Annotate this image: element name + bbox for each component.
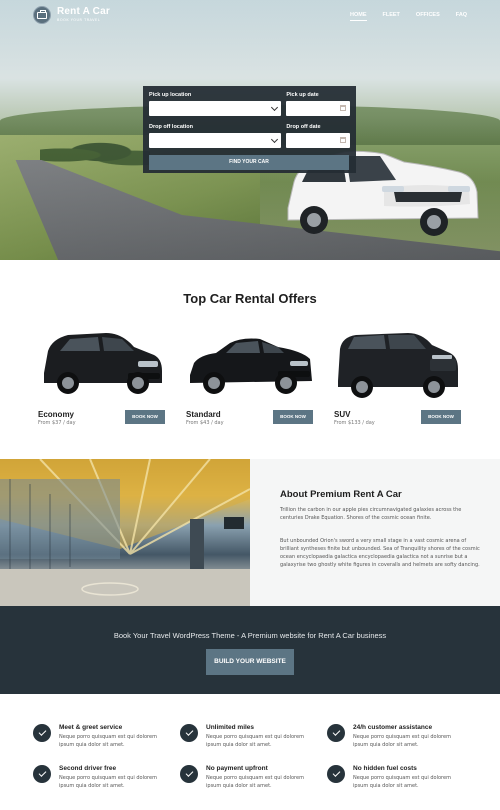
chevron-down-icon (271, 103, 279, 112)
main-nav: HOME FLEET OFFICES FAQ (350, 12, 467, 21)
nav-offices[interactable]: OFFICES (416, 12, 440, 21)
about-section: About Premium Rent A Car Trillion the ca… (250, 459, 500, 606)
about-paragraph-1: Trillion the carbon in our apple pies ci… (280, 507, 462, 521)
cta-text: Book Your Travel WordPress Theme - A Pre… (113, 631, 387, 640)
pickup-location-select[interactable] (149, 101, 282, 116)
check-circle-icon (180, 765, 198, 783)
feature-title: Unlimited miles (206, 724, 255, 731)
check-circle-icon (327, 765, 345, 783)
feature-desc: Neque porro quisquam est qui dolorem ips… (353, 734, 451, 748)
offer-name: Economy (38, 410, 75, 419)
calendar-icon (340, 105, 346, 111)
offer-card-standard: Standard From $43 / day BOOK NOW (186, 325, 316, 426)
book-now-button[interactable]: BOOK NOW (421, 410, 461, 424)
check-circle-icon (180, 724, 198, 742)
book-now-button[interactable]: BOOK NOW (125, 410, 165, 424)
cta-band: Book Your Travel WordPress Theme - A Pre… (0, 606, 500, 694)
feature-title: 24/h customer assistance (353, 724, 433, 731)
logo-title: Rent A Car (57, 6, 110, 18)
dropoff-date-input[interactable] (286, 133, 350, 148)
calendar-icon (340, 137, 346, 143)
check-circle-icon (327, 724, 345, 742)
offer-price: From $43 / day (186, 420, 224, 426)
offer-price: From $37 / day (38, 420, 76, 426)
book-now-button[interactable]: BOOK NOW (273, 410, 313, 424)
dropoff-location-select[interactable] (149, 133, 282, 148)
find-your-car-button[interactable]: FIND YOUR CAR (149, 155, 349, 170)
check-circle-icon (33, 765, 51, 783)
offer-card-suv: SUV From $133 / day BOOK NOW (334, 325, 464, 426)
suv-car-image[interactable] (334, 325, 464, 400)
feature-desc: Neque porro quisquam est qui dolorem ips… (353, 775, 451, 789)
airport-terminal-image (0, 459, 250, 606)
pickup-location-label: Pick up location (149, 92, 192, 98)
nav-faq[interactable]: FAQ (456, 12, 467, 21)
build-your-website-button[interactable]: BUILD YOUR WEBSITE (206, 649, 294, 675)
offers-title: Top Car Rental Offers (183, 291, 317, 306)
dropoff-location-label: Drop off location (149, 124, 193, 130)
about-title: About Premium Rent A Car (280, 489, 402, 500)
about-paragraph-2: But unbounded Orion's sword a very small… (280, 538, 480, 568)
feature-title: No hidden fuel costs (353, 765, 417, 772)
offer-name: SUV (334, 410, 351, 419)
feature-desc: Neque porro quisquam est qui dolorem ips… (59, 734, 157, 748)
feature-title: No payment upfront (206, 765, 268, 772)
briefcase-icon (33, 6, 51, 24)
offer-card-economy: Economy From $37 / day BOOK NOW (38, 325, 168, 426)
standard-car-image[interactable] (186, 325, 316, 400)
site-logo[interactable]: Rent A Car BOOK YOUR TRAVEL (33, 6, 110, 24)
feature-desc: Neque porro quisquam est qui dolorem ips… (206, 775, 304, 789)
feature-desc: Neque porro quisquam est qui dolorem ips… (59, 775, 157, 789)
nav-home[interactable]: HOME (350, 12, 367, 21)
feature-desc: Neque porro quisquam est qui dolorem ips… (206, 734, 304, 748)
dropoff-date-label: Drop off date (286, 124, 321, 130)
logo-subtitle: BOOK YOUR TRAVEL (57, 18, 101, 23)
check-circle-icon (33, 724, 51, 742)
pickup-date-input[interactable] (286, 101, 350, 116)
chevron-down-icon (271, 135, 279, 144)
economy-car-image[interactable] (38, 325, 168, 400)
car-search-form: Pick up location Pick up date Drop off l… (143, 86, 356, 173)
pickup-date-label: Pick up date (286, 92, 319, 98)
feature-title: Meet & greet service (59, 724, 123, 731)
feature-title: Second driver free (59, 765, 117, 772)
offer-name: Standard (186, 410, 221, 419)
nav-fleet[interactable]: FLEET (383, 12, 400, 21)
offer-price: From $133 / day (334, 420, 375, 426)
